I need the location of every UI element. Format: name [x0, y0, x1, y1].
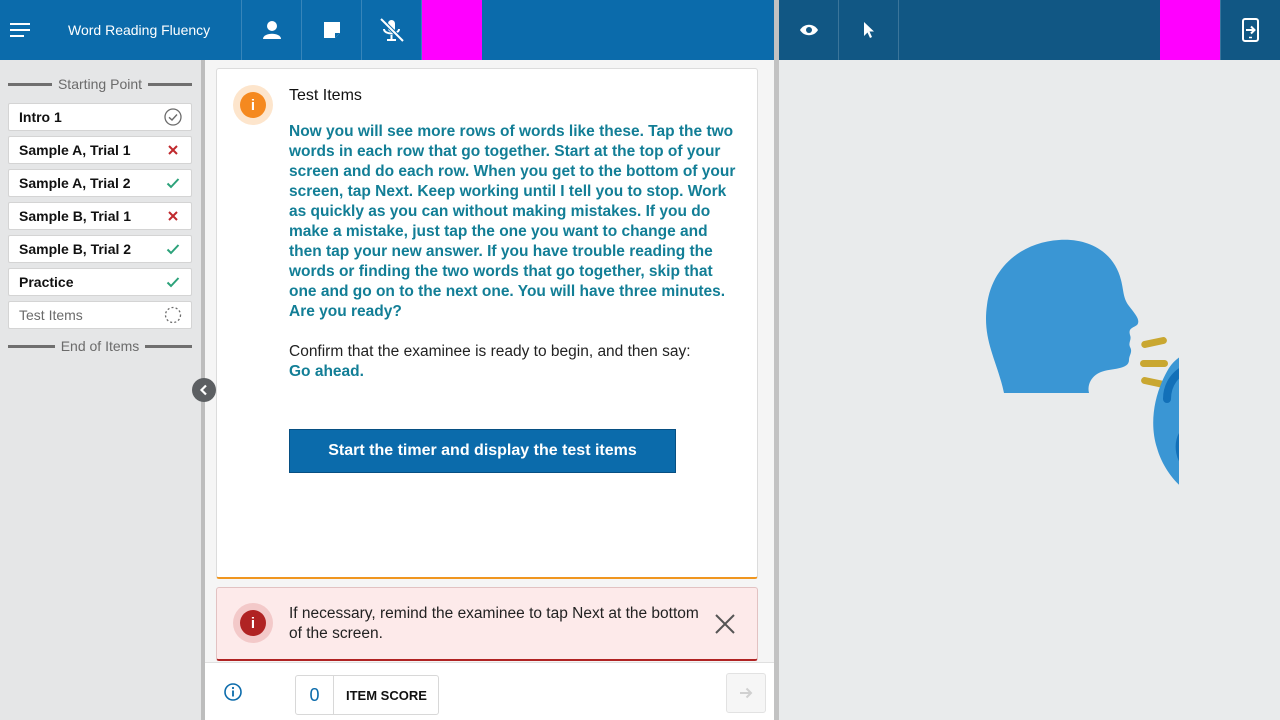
sound-wave-icon [1141, 337, 1167, 348]
check-icon [164, 273, 182, 291]
sidebar-item-label: Sample A, Trial 1 [19, 142, 131, 158]
item-score-value: 0 [296, 676, 334, 714]
highlight-block [422, 0, 482, 60]
alert-icon: i [233, 603, 273, 643]
sidebar-item-sample-b-trial-2[interactable]: Sample B, Trial 2 [8, 235, 192, 263]
mute-mic-button[interactable] [362, 0, 422, 60]
starting-point-divider: Starting Point [8, 76, 192, 92]
eye-icon [799, 24, 818, 36]
cross-icon [164, 207, 182, 225]
pointer-button[interactable] [839, 0, 899, 60]
item-score-box: 0 ITEM SCORE [295, 675, 439, 715]
in-progress-icon [164, 306, 182, 324]
examiner-script: Now you will see more rows of words like… [289, 123, 736, 320]
head-icon [985, 239, 1139, 393]
examinee-view [779, 60, 1280, 720]
examiner-panel: i Test Items Now you will see more rows … [205, 60, 774, 720]
sidebar-item-label: Sample B, Trial 2 [19, 241, 132, 257]
note-icon [323, 22, 340, 38]
sidebar-item-test-items[interactable]: Test Items [8, 301, 192, 329]
sidebar-item-label: Sample A, Trial 2 [19, 175, 131, 191]
notes-button[interactable] [302, 0, 362, 60]
examinee-toolbar [779, 0, 1280, 60]
highlight-block-right [1160, 0, 1220, 60]
view-button[interactable] [779, 0, 839, 60]
footer-bar: 0 ITEM SCORE [205, 662, 774, 720]
info-icon: i [233, 85, 273, 125]
item-title: Test Items [289, 87, 362, 104]
instruction-text: Confirm that the examinee is ready to be… [289, 343, 691, 360]
sidebar-item-label: Test Items [19, 307, 83, 323]
sidebar-item-practice[interactable]: Practice [8, 268, 192, 296]
collapse-sidebar-button[interactable] [192, 378, 216, 402]
starting-point-label: Starting Point [57, 76, 143, 92]
info-outline-icon [224, 683, 242, 701]
item-sidebar: Starting Point Intro 1 Sample A, Trial 1… [0, 60, 201, 720]
check-icon [164, 174, 182, 192]
mic-off-icon [379, 18, 404, 42]
top-toolbar: Word Reading Fluency [0, 0, 775, 60]
menu-icon [10, 23, 30, 37]
alert-text: If necessary, remind the examinee to tap… [289, 605, 699, 642]
exit-screen-button[interactable] [1220, 0, 1280, 60]
end-of-items-label: End of Items [60, 338, 140, 354]
close-icon [715, 614, 735, 634]
reminder-alert: i If necessary, remind the examinee to t… [216, 587, 758, 661]
start-timer-button[interactable]: Start the timer and display the test ite… [289, 429, 676, 473]
sidebar-item-sample-a-trial-1[interactable]: Sample A, Trial 1 [8, 136, 192, 164]
sidebar-item-label: Intro 1 [19, 109, 62, 125]
sidebar-item-sample-a-trial-2[interactable]: Sample A, Trial 2 [8, 169, 192, 197]
sidebar-item-intro-1[interactable]: Intro 1 [8, 103, 192, 131]
examinee-button[interactable] [242, 0, 302, 60]
arrow-right-icon [740, 687, 753, 699]
examiner-instruction: Confirm that the examinee is ready to be… [289, 342, 744, 382]
close-alert-button[interactable] [713, 612, 737, 636]
sidebar-item-label: Practice [19, 274, 74, 290]
end-of-items-divider: End of Items [8, 338, 192, 354]
menu-button[interactable] [0, 0, 42, 60]
cursor-icon [863, 22, 874, 38]
item-score-label: ITEM SCORE [346, 687, 427, 703]
person-icon [262, 21, 281, 39]
sidebar-item-sample-b-trial-1[interactable]: Sample B, Trial 1 [8, 202, 192, 230]
complete-circle-icon [164, 108, 182, 126]
check-icon [164, 240, 182, 258]
item-info-button[interactable] [223, 682, 245, 704]
exit-icon [1241, 18, 1259, 42]
listen-speak-illustration [985, 239, 1179, 485]
next-button[interactable] [726, 673, 766, 713]
cross-icon [164, 141, 182, 159]
chevron-left-icon [199, 384, 207, 396]
app-title: Word Reading Fluency [42, 0, 242, 60]
item-card: i Test Items Now you will see more rows … [216, 68, 758, 579]
say-text: Go ahead. [289, 363, 364, 380]
sidebar-item-label: Sample B, Trial 1 [19, 208, 132, 224]
